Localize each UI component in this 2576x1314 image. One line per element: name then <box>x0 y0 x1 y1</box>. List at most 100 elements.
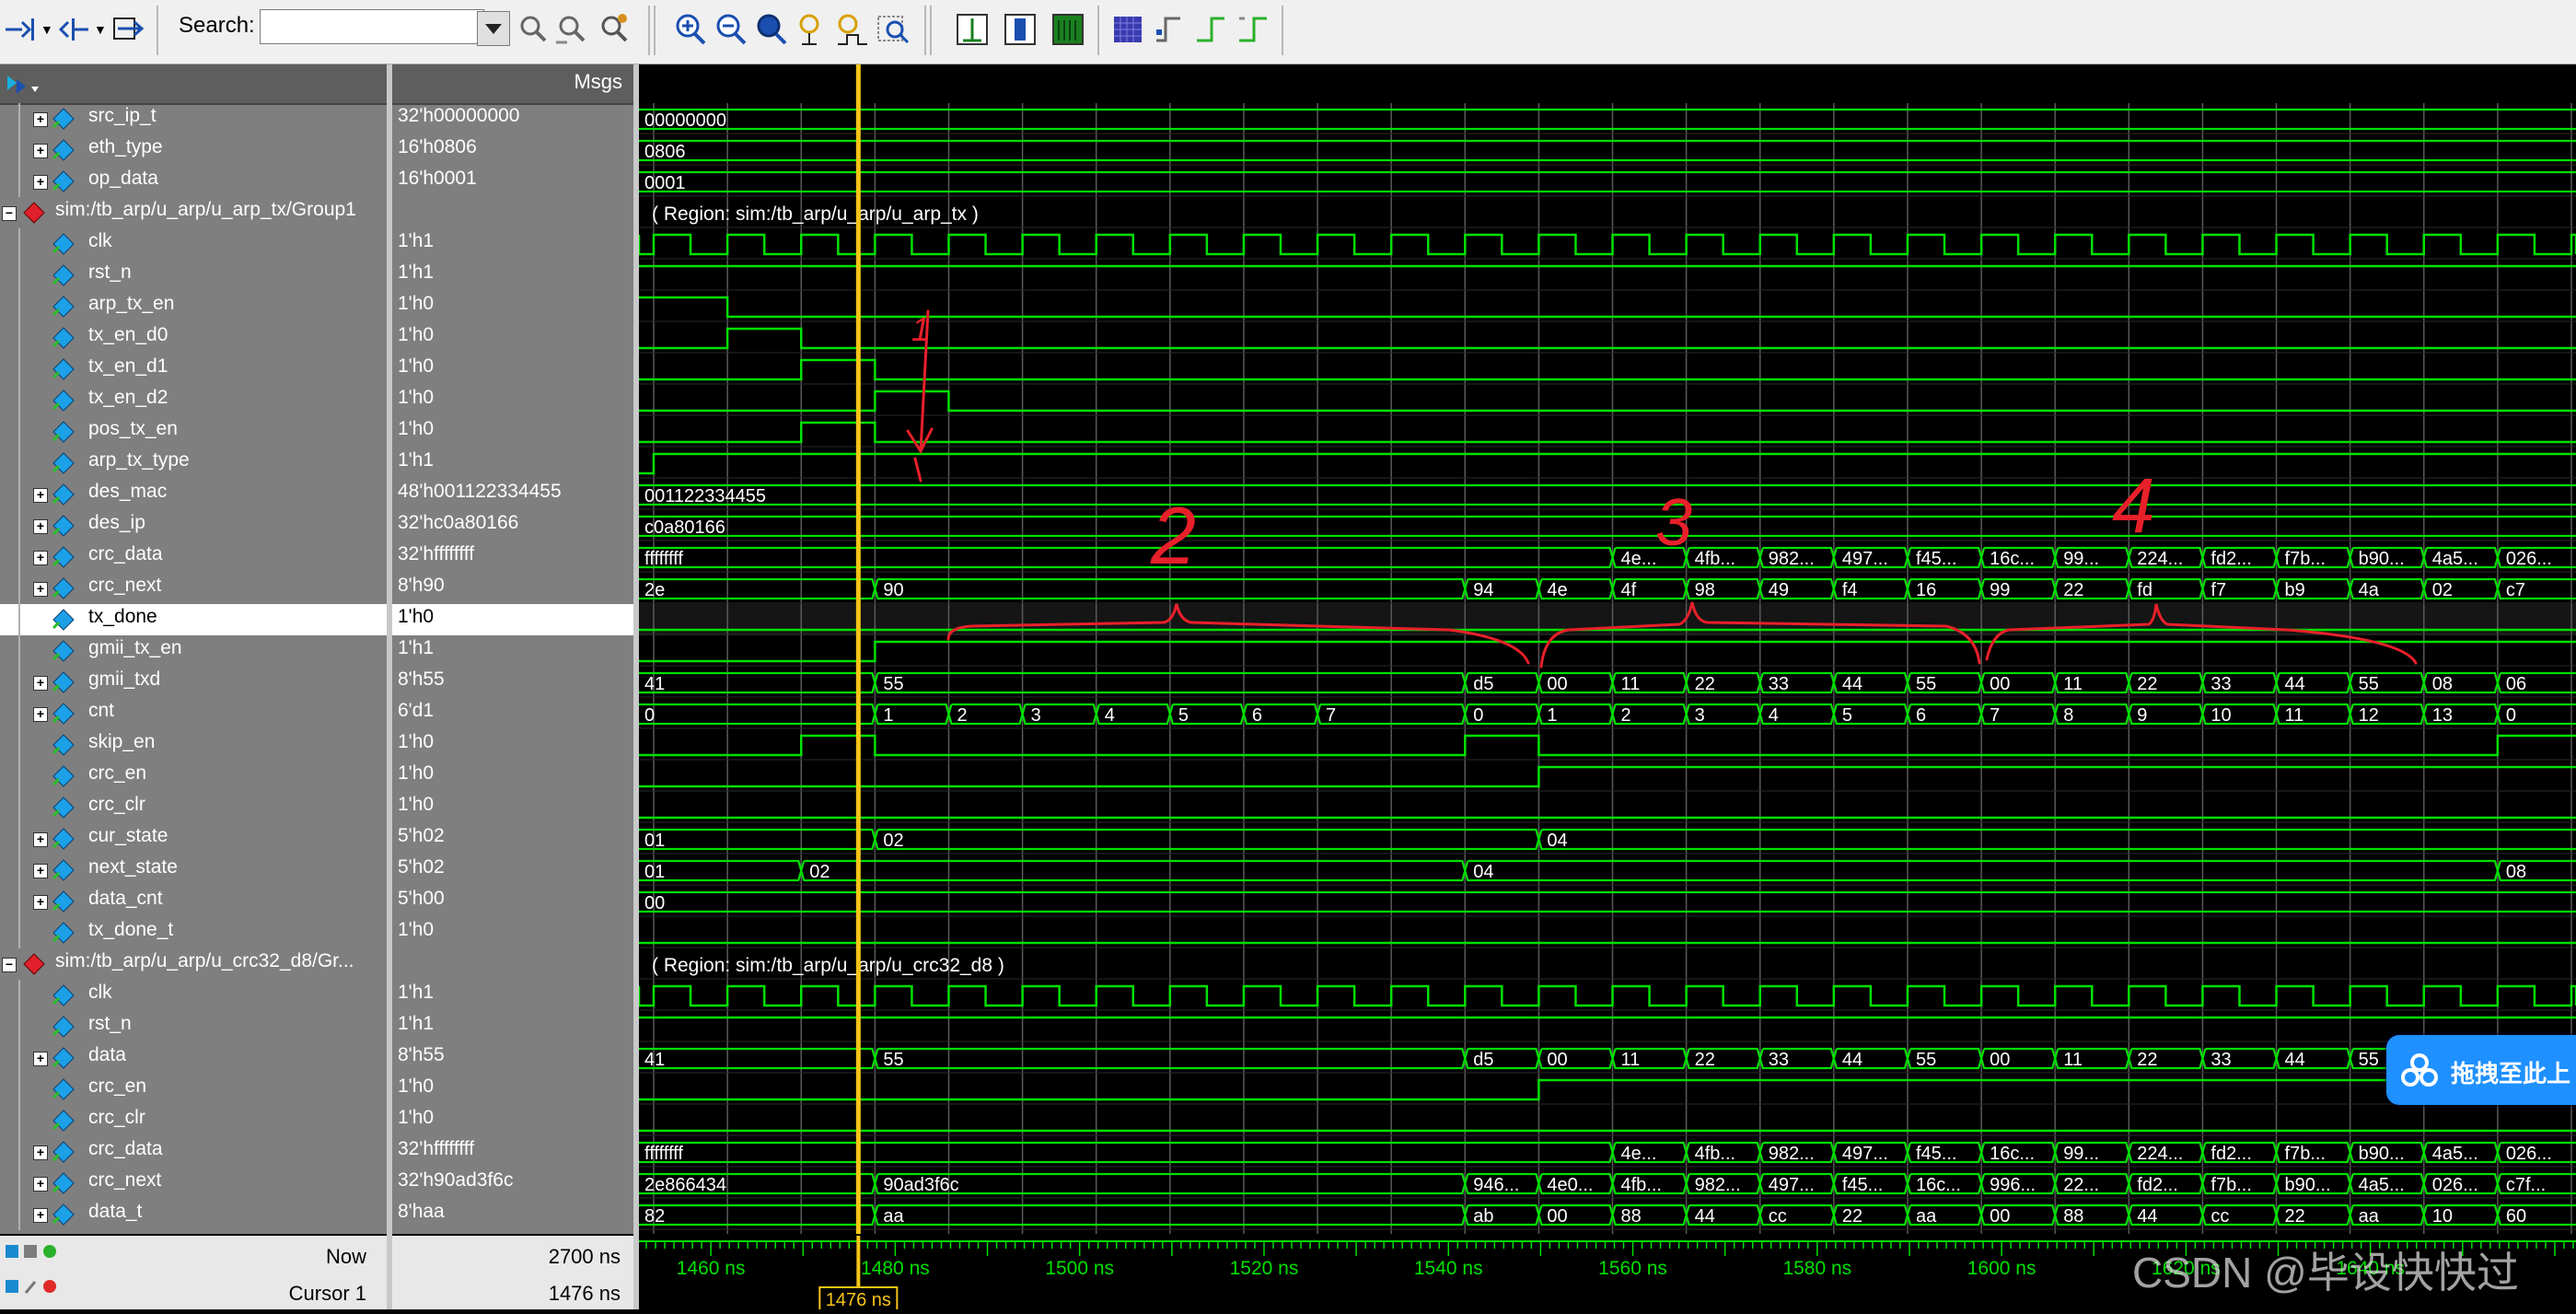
signal-row-14[interactable]: + crc_data <box>0 541 387 573</box>
signal-row-15[interactable]: + crc_next <box>0 573 387 604</box>
expand-toggle-icon[interactable]: + <box>33 1177 48 1192</box>
zoom-in-icon[interactable] <box>672 9 709 50</box>
signal-row-25[interactable]: + data_cnt <box>0 886 387 917</box>
value-row-10[interactable]: 1'h0 <box>392 416 633 448</box>
expand-toggle-icon[interactable]: + <box>33 676 48 691</box>
value-row-0[interactable]: 32'h00000000 <box>392 103 633 134</box>
signal-row-13[interactable]: + des_ip <box>0 510 387 541</box>
expand-toggle-icon[interactable]: + <box>33 519 48 534</box>
expand-toggle-icon[interactable]: + <box>33 112 48 127</box>
value-row-22[interactable]: 1'h0 <box>392 792 633 823</box>
expand-toggle-icon[interactable]: + <box>33 832 48 847</box>
value-row-27[interactable] <box>392 948 633 980</box>
signal-row-18[interactable]: + gmii_txd <box>0 667 387 698</box>
insert-divider-icon[interactable] <box>2 9 39 50</box>
signal-row-30[interactable]: + data <box>0 1042 387 1074</box>
signal-row-9[interactable]: tx_en_d2 <box>0 385 387 416</box>
expand-toggle-icon[interactable]: + <box>33 551 48 565</box>
insert-breakpoint-icon[interactable] <box>55 9 92 50</box>
value-row-13[interactable]: 32'hc0a80166 <box>392 510 633 541</box>
zoom-out-icon[interactable] <box>713 9 749 50</box>
value-row-17[interactable]: 1'h1 <box>392 635 633 667</box>
zoom-region-icon[interactable] <box>875 9 911 50</box>
value-row-8[interactable]: 1'h0 <box>392 354 633 385</box>
cursor-mode-icon[interactable] <box>954 9 991 50</box>
show-grid-icon[interactable] <box>1110 9 1147 50</box>
value-row-18[interactable]: 8'h55 <box>392 667 633 698</box>
signal-row-32[interactable]: crc_clr <box>0 1105 387 1136</box>
value-row-32[interactable]: 1'h0 <box>392 1105 633 1136</box>
waveform-canvas[interactable]: 0000000008060001( Region: sim:/tb_arp/u_… <box>637 64 2576 1234</box>
value-row-20[interactable]: 1'h0 <box>392 729 633 761</box>
value-row-19[interactable]: 6'd1 <box>392 698 633 729</box>
search-input[interactable] <box>260 9 484 44</box>
expand-toggle-icon[interactable]: + <box>33 707 48 722</box>
next-edge-icon[interactable] <box>1193 9 1230 50</box>
value-row-1[interactable]: 16'h0806 <box>392 134 633 166</box>
value-row-24[interactable]: 5'h02 <box>392 855 633 886</box>
expand-toggle-icon[interactable]: + <box>33 582 48 597</box>
signal-row-17[interactable]: gmii_tx_en <box>0 635 387 667</box>
cursor-lock-icon[interactable] <box>1050 9 1086 50</box>
signal-row-29[interactable]: rst_n <box>0 1011 387 1042</box>
value-row-5[interactable]: 1'h1 <box>392 260 633 291</box>
value-row-2[interactable]: 16'h0001 <box>392 166 633 197</box>
signal-row-8[interactable]: tx_en_d1 <box>0 354 387 385</box>
value-row-34[interactable]: 32'h90ad3f6c <box>392 1168 633 1199</box>
value-row-28[interactable]: 1'h1 <box>392 980 633 1011</box>
expand-toggle-icon[interactable]: + <box>33 488 48 503</box>
signal-row-2[interactable]: + op_data <box>0 166 387 197</box>
chevron-down-icon[interactable]: ▼ <box>94 22 107 66</box>
value-row-3[interactable] <box>392 197 633 228</box>
cursor-tools-icon[interactable] <box>4 1241 61 1263</box>
collapse-toggle-icon[interactable]: − <box>2 206 17 221</box>
signal-row-20[interactable]: skip_en <box>0 729 387 761</box>
value-row-12[interactable]: 48'h001122334455 <box>392 479 633 510</box>
upload-drop-button[interactable]: 拖拽至此上 <box>2386 1035 2576 1105</box>
value-row-9[interactable]: 1'h0 <box>392 385 633 416</box>
signal-row-11[interactable]: arp_tx_type <box>0 448 387 479</box>
find-previous-icon[interactable] <box>514 9 551 50</box>
signal-row-22[interactable]: crc_clr <box>0 792 387 823</box>
value-row-6[interactable]: 1'h0 <box>392 291 633 322</box>
falling-edge-icon[interactable] <box>1236 9 1272 50</box>
zoom-range-icon[interactable] <box>834 9 871 50</box>
signal-row-10[interactable]: pos_tx_en <box>0 416 387 448</box>
search-options-icon[interactable] <box>595 9 632 50</box>
signal-row-5[interactable]: rst_n <box>0 260 387 291</box>
signal-row-27[interactable]: − sim:/tb_arp/u_arp/u_crc32_d8/Gr... <box>0 948 387 980</box>
zoom-cursor-icon[interactable] <box>794 9 830 50</box>
signal-row-12[interactable]: + des_mac <box>0 479 387 510</box>
expand-toggle-icon[interactable]: + <box>33 1145 48 1160</box>
expand-toggle-icon[interactable]: + <box>33 1208 48 1223</box>
signal-row-33[interactable]: + crc_data <box>0 1136 387 1168</box>
value-row-33[interactable]: 32'hffffffff <box>392 1136 633 1168</box>
signal-row-28[interactable]: clk <box>0 980 387 1011</box>
signal-row-34[interactable]: + crc_next <box>0 1168 387 1199</box>
value-row-23[interactable]: 5'h02 <box>392 823 633 855</box>
expand-toggle-icon[interactable]: + <box>33 144 48 158</box>
value-row-14[interactable]: 32'hffffffff <box>392 541 633 573</box>
signal-row-3[interactable]: − sim:/tb_arp/u_arp/u_arp_tx/Group1 <box>0 197 387 228</box>
signal-row-19[interactable]: + cnt <box>0 698 387 729</box>
chevron-down-icon[interactable]: ▼ <box>41 22 53 66</box>
value-row-30[interactable]: 8'h55 <box>392 1042 633 1074</box>
search-dropdown-button[interactable] <box>477 11 510 46</box>
value-row-15[interactable]: 8'h90 <box>392 573 633 604</box>
signal-row-0[interactable]: + src_ip_t <box>0 103 387 134</box>
signal-type-icon[interactable] <box>4 70 41 98</box>
add-cursor-icon[interactable] <box>1002 9 1039 50</box>
value-row-35[interactable]: 8'haa <box>392 1199 633 1230</box>
signal-row-24[interactable]: + next_state <box>0 855 387 886</box>
signal-row-6[interactable]: arp_tx_en <box>0 291 387 322</box>
signal-row-16[interactable]: tx_done <box>0 604 387 635</box>
signal-row-7[interactable]: tx_en_d0 <box>0 322 387 354</box>
find-next-icon[interactable] <box>552 9 589 50</box>
signal-row-23[interactable]: + cur_state <box>0 823 387 855</box>
zoom-full-icon[interactable] <box>753 9 790 50</box>
value-row-29[interactable]: 1'h1 <box>392 1011 633 1042</box>
value-row-26[interactable]: 1'h0 <box>392 917 633 948</box>
signal-row-31[interactable]: crc_en <box>0 1074 387 1105</box>
collapse-toggle-icon[interactable]: − <box>2 958 17 972</box>
signal-row-1[interactable]: + eth_type <box>0 134 387 166</box>
